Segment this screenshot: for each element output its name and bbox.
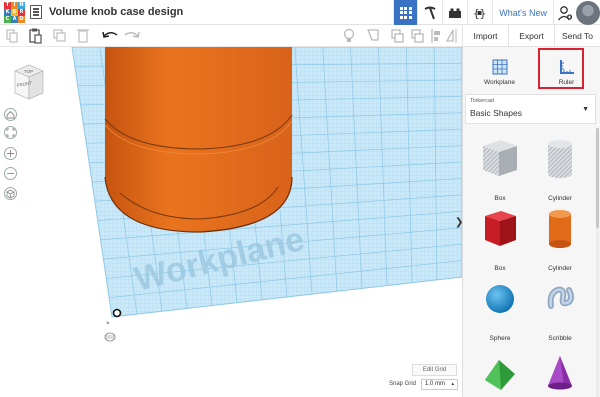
codeblocks-button[interactable]: {} [467, 0, 492, 25]
side-actions: Import Export Send To [462, 25, 600, 47]
workplane-icon [492, 59, 507, 75]
shape-label: Cylinder [548, 265, 572, 272]
codeblocks-icon: {} [473, 7, 486, 20]
shape-roof[interactable] [471, 346, 529, 397]
logo-letter: N [18, 2, 25, 9]
box-icon [485, 211, 516, 246]
redo-icon[interactable] [124, 31, 140, 38]
brick-button[interactable] [442, 0, 467, 25]
logo-letter: I [11, 2, 18, 9]
cylinder-icon [549, 210, 571, 248]
grid-view-icon [399, 6, 412, 19]
logo-letter: R [18, 9, 25, 16]
zoom-out-button[interactable] [4, 167, 17, 180]
ortho-view-button[interactable] [4, 187, 17, 200]
minus-icon [7, 173, 14, 174]
shape-label: Box [494, 195, 506, 202]
ruler-highlight-box [538, 48, 584, 89]
edit-toolbar [0, 25, 462, 47]
scene: Workplane [71, 47, 462, 318]
shape-label: Sphere [489, 335, 511, 342]
shape-box[interactable]: Box [471, 206, 529, 272]
cube-icon [6, 189, 15, 199]
workplane-tool-label: Workplane [484, 79, 515, 86]
document-title[interactable]: Volume knob case design [49, 6, 183, 18]
axis-marker: × [104, 321, 116, 342]
add-user-icon [557, 5, 572, 20]
library-source: Tinkercad [470, 98, 494, 104]
top-right-controls: {} What's New [393, 0, 600, 25]
view-cube[interactable]: TOP FRONT [11, 63, 47, 103]
copy-icon[interactable] [6, 29, 18, 43]
library-name: Basic Shapes [470, 108, 522, 118]
snap-grid-select[interactable]: 1.0 mm ▴ [421, 379, 458, 390]
grid-view-button[interactable] [393, 0, 418, 25]
logo-letter: K [4, 9, 11, 16]
home-view-button[interactable] [4, 108, 17, 121]
undo-icon[interactable] [102, 31, 118, 38]
shape-label: Cylinder [548, 195, 572, 202]
duplicate-icon[interactable] [53, 29, 66, 42]
snap-grid-value: 1.0 mm [425, 381, 446, 387]
caret-up-icon: ▴ [451, 381, 454, 387]
import-button[interactable]: Import [462, 25, 508, 46]
lock-icon[interactable] [391, 29, 404, 43]
hide-icon[interactable] [411, 29, 424, 43]
edit-grid-button[interactable]: Edit Grid [412, 364, 457, 376]
pickaxe-button[interactable] [417, 0, 442, 25]
zoom-in-button[interactable] [4, 147, 17, 160]
plus-icon [7, 150, 14, 157]
workplane-tool-button[interactable]: Workplane [465, 47, 534, 91]
scribble-icon [547, 286, 574, 309]
logo-letter: T [4, 2, 11, 9]
shape-cylinder[interactable]: Cylinder [531, 206, 589, 272]
cone-icon [548, 356, 572, 390]
shape-library-select[interactable]: Tinkercad Basic Shapes ▼ [465, 94, 596, 124]
tinkercad-logo[interactable]: TINKERCAD [4, 2, 25, 23]
logo-letter: E [11, 9, 18, 16]
roof-icon [485, 360, 515, 390]
send-to-button[interactable]: Send To [554, 25, 600, 46]
fit-icon [6, 128, 15, 137]
origin-marker [112, 308, 122, 318]
menu-icon[interactable] [30, 5, 42, 19]
paste-icon[interactable] [29, 28, 42, 44]
show-hidden-icon[interactable] [367, 29, 379, 41]
shape-cylinder-hole[interactable]: Cylinder [531, 136, 589, 202]
shape-label: Box [494, 265, 506, 272]
orange-cylinder[interactable] [104, 47, 293, 233]
shape-box-hole[interactable]: Box [471, 136, 529, 202]
add-user-button[interactable] [553, 0, 575, 25]
sphere-icon [486, 285, 514, 313]
snap-grid-label: Snap Grid [389, 381, 417, 387]
shape-sphere[interactable]: Sphere [471, 276, 529, 342]
brick-icon [449, 8, 462, 18]
home-icon [6, 110, 15, 119]
caret-down-icon: ▼ [582, 106, 589, 113]
fit-view-button[interactable] [4, 126, 17, 139]
cylinder-hole-icon [548, 140, 572, 178]
3d-viewport[interactable]: Workplane TOP FRONT × [0, 47, 462, 397]
toolbar-icons [6, 28, 457, 44]
logo-letter: A [11, 16, 18, 23]
viewcube-top-label: TOP [24, 69, 33, 74]
pickaxe-icon [424, 6, 436, 19]
whats-new-link[interactable]: What's New [492, 0, 553, 25]
note-icon[interactable] [343, 28, 355, 43]
export-button[interactable]: Export [508, 25, 554, 46]
box-hole-icon [483, 140, 517, 176]
svg-text:×: × [106, 321, 110, 327]
shape-scribble[interactable]: Scribble [531, 276, 589, 342]
shape-label: Scribble [548, 335, 572, 342]
mirror-icon[interactable] [445, 29, 457, 43]
avatar[interactable] [576, 0, 600, 25]
top-bar: TINKERCAD Volume knob case design {} [0, 0, 600, 25]
logo-letter: C [4, 16, 11, 23]
align-icon[interactable] [431, 29, 440, 43]
logo-letter: D [18, 16, 25, 23]
panel-scrollbar-thumb[interactable] [596, 128, 599, 228]
shape-cone[interactable] [531, 346, 589, 397]
delete-icon[interactable] [77, 29, 89, 43]
